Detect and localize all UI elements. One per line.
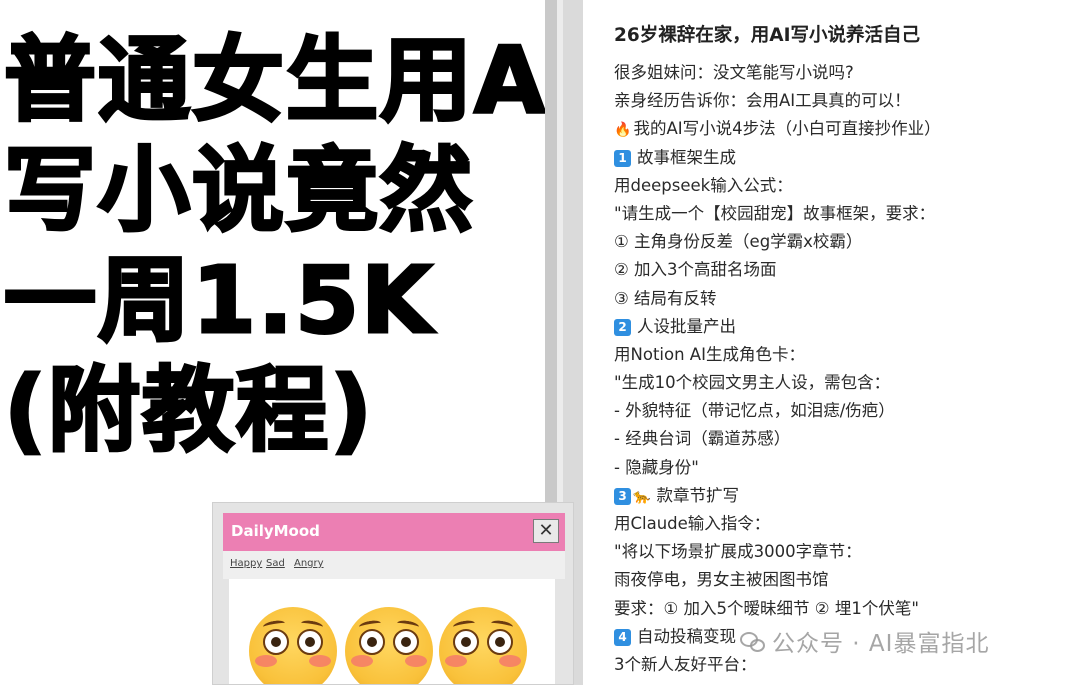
- article-line: 亲身经历告诉你：会用AI工具真的可以！: [614, 87, 941, 115]
- headline-line: 写小说竟然: [2, 136, 475, 246]
- article-line: 要求：① 加入5个暧昧细节 ② 埋1个伏笔": [614, 595, 941, 623]
- article-line-text: ① 主角身份反差（eg学霸x校霸）: [614, 232, 863, 252]
- menu-bar: Happy Sad Angry: [223, 551, 565, 579]
- article-line-text: 要求：① 加入5个暧昧细节 ② 埋1个伏笔": [614, 598, 919, 618]
- article-line-text: 用Notion AI生成角色卡：: [614, 344, 805, 364]
- article-line: "将以下场景扩展成3000字章节：: [614, 538, 941, 566]
- article-line: 用deepseek输入公式：: [614, 172, 941, 200]
- article-line-text: "将以下场景扩展成3000字章节：: [614, 542, 862, 562]
- article-line: 🔥 我的AI写小说4步法（小白可直接抄作业）: [614, 115, 941, 143]
- article-line-text: ② 加入3个高甜名场面: [614, 260, 777, 280]
- number-badge-icon: 3: [614, 487, 631, 505]
- daily-mood-window: DailyMood ✕ Happy Sad Angry: [212, 502, 574, 685]
- article-line: - 外貌特征（带记忆点，如泪痣/伤疤）: [614, 397, 941, 425]
- article-line: "请生成一个【校园甜宠】故事框架，要求：: [614, 200, 941, 228]
- window-title: DailyMood: [231, 522, 320, 540]
- article-line: - 经典台词（霸道苏感）: [614, 425, 941, 453]
- article-line-text: ③ 结局有反转: [614, 288, 717, 308]
- article-title: 26岁裸辞在家，用AI写小说养活自己: [614, 25, 920, 46]
- article-line-text: "生成10个校园文男主人设，需包含：: [614, 373, 891, 393]
- article-line-text: 亲身经历告诉你：会用AI工具真的可以！: [614, 91, 911, 111]
- article-line-text: 用deepseek输入公式：: [614, 175, 793, 195]
- article-line: 很多姐妹问：没文笔能写小说吗?: [614, 59, 941, 87]
- number-badge-icon: 1: [614, 149, 631, 167]
- flushed-face-icon: [345, 607, 433, 684]
- article-line-text: 人设批量产出: [637, 316, 736, 336]
- article-line-text: - 外貌特征（带记忆点，如泪痣/伤疤）: [614, 401, 895, 421]
- article-line: 雨夜停电，男女主被困图书馆: [614, 566, 941, 594]
- headline-line: 一周1.5K: [2, 246, 435, 356]
- close-button[interactable]: ✕: [533, 519, 559, 543]
- article-line-text: 很多姐妹问：没文笔能写小说吗?: [614, 63, 854, 82]
- article-line-text: 款章节扩写: [656, 485, 739, 505]
- article-line: ③ 结局有反转: [614, 285, 941, 313]
- article-line: 用Notion AI生成角色卡：: [614, 341, 941, 369]
- article-line-text: 3个新人友好平台：: [614, 654, 757, 674]
- menu-item-sad[interactable]: Sad: [266, 558, 285, 569]
- emoji-display: [229, 579, 555, 684]
- article-line-text: - 隐藏身份": [614, 457, 699, 477]
- menu-item-angry[interactable]: Angry: [294, 558, 324, 569]
- article-line-text: 用Claude输入指令：: [614, 514, 771, 533]
- article-line-text: - 经典台词（霸道苏感）: [614, 429, 791, 449]
- article-line: ② 加入3个高甜名场面: [614, 256, 941, 284]
- article-line-text: 故事框架生成: [637, 147, 736, 167]
- flushed-face-icon: [439, 607, 527, 684]
- article-line: 用Claude输入指令：: [614, 510, 941, 538]
- article-line: ① 主角身份反差（eg学霸x校霸）: [614, 228, 941, 256]
- article-panel: 26岁裸辞在家，用AI写小说养活自己 很多姐妹问：没文笔能写小说吗? 亲身经历告诉…: [583, 0, 1080, 685]
- headline-line: (附教程): [2, 356, 375, 466]
- article-line: 2 人设批量产出: [614, 313, 941, 341]
- number-badge-icon: 2: [614, 318, 631, 336]
- article-line-text: 自动投稿变现: [637, 626, 736, 646]
- article-line: 1 故事框架生成: [614, 144, 941, 172]
- window-titlebar[interactable]: DailyMood ✕: [223, 513, 565, 551]
- headline-line: 普通女生用AI: [2, 26, 545, 136]
- close-icon: ✕: [538, 520, 554, 541]
- watermark-text: 公众号 · AI暴富指北: [772, 631, 990, 657]
- article-line-text: 雨夜停电，男女主被困图书馆: [614, 570, 829, 590]
- fire-icon: 🔥: [614, 122, 632, 139]
- number-badge-icon: 4: [614, 628, 631, 646]
- cover-headline: 普通女生用AI 写小说竟然 一周1.5K (附教程): [2, 26, 545, 466]
- watermark: 公众号 · AI暴富指北: [740, 624, 989, 658]
- flushed-face-icon: [249, 607, 337, 684]
- article-line-text: 我的AI写小说4步法（小白可直接抄作业）: [633, 119, 941, 139]
- article-line: - 隐藏身份": [614, 454, 941, 482]
- wechat-icon: [740, 632, 766, 654]
- article-line: "生成10个校园文男主人设，需包含：: [614, 369, 941, 397]
- leopard-icon: 🐆: [633, 488, 651, 505]
- article-body: 很多姐妹问：没文笔能写小说吗? 亲身经历告诉你：会用AI工具真的可以！ 🔥 我的AI写…: [614, 59, 941, 679]
- article-line-text: "请生成一个【校园甜宠】故事框架，要求：: [614, 203, 936, 223]
- menu-item-happy[interactable]: Happy: [230, 558, 262, 569]
- article-line: 3 🐆 款章节扩写: [614, 482, 941, 510]
